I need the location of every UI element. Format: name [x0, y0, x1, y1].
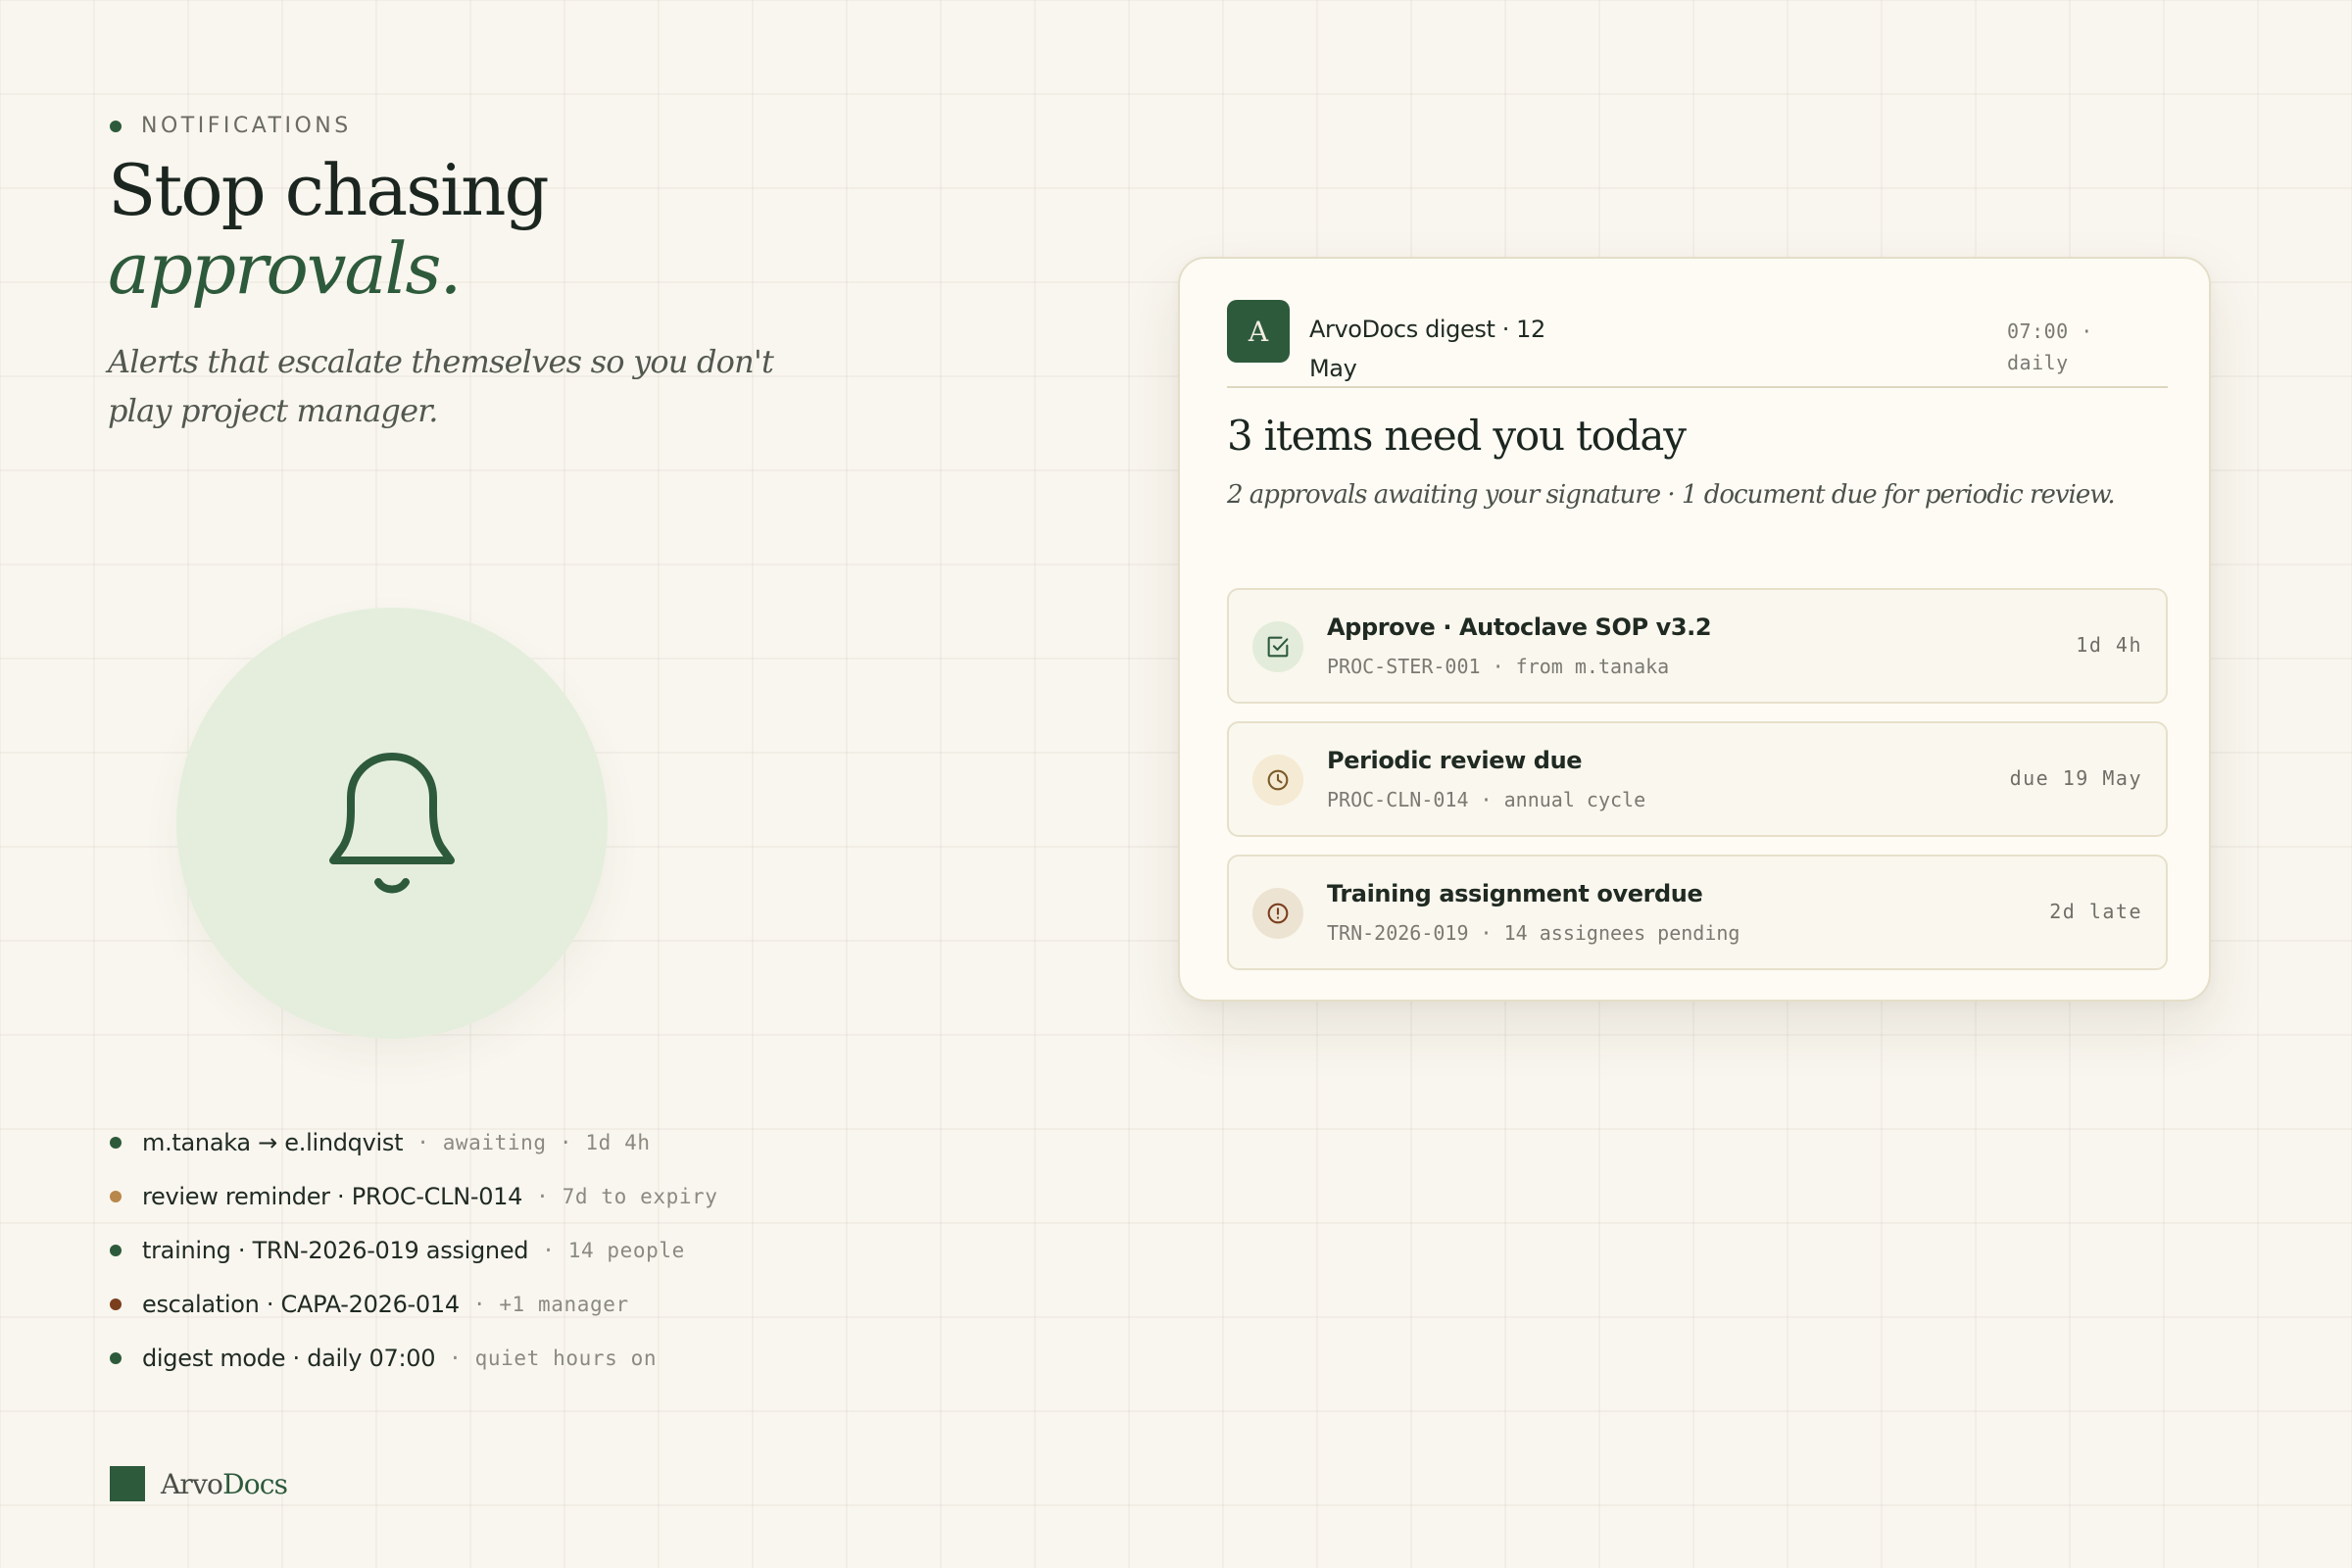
- activity-text: training · TRN-2026-019 assigned: [142, 1236, 529, 1264]
- activity-meta: · quiet hours on: [449, 1346, 658, 1370]
- activity-row: training · TRN-2026-019 assigned · 14 peo…: [110, 1223, 718, 1277]
- item-subtitle: PROC-STER-001 · from m.tanaka: [1327, 655, 1670, 678]
- digest-title: 3 items need you today: [1227, 412, 1687, 460]
- status-dot: [110, 1351, 122, 1364]
- digest-sender: ArvoDocs digest · 12 May: [1309, 316, 1545, 382]
- bell-illustration: [176, 608, 608, 1039]
- item-title: Approve · Autoclave SOP v3.2: [1327, 613, 1712, 641]
- digest-schedule: 07:00 · daily: [2007, 319, 2093, 374]
- headline-line-1: Stop chasing: [108, 149, 550, 231]
- activity-row: escalation · CAPA-2026-014 · +1 manager: [110, 1277, 718, 1331]
- eyebrow-label: NOTIFICATIONS: [141, 114, 352, 138]
- status-dot: [110, 1190, 122, 1202]
- activity-text: review reminder · PROC-CLN-014: [142, 1182, 523, 1210]
- activity-meta: · 7d to expiry: [536, 1184, 718, 1208]
- digest-card: A ArvoDocs digest · 12 May 07:00 · daily…: [1178, 257, 2211, 1002]
- item-due: due 19 May: [2009, 766, 2142, 790]
- digest-item-review[interactable]: Periodic review due PROC-CLN-014 · annua…: [1227, 721, 2168, 837]
- bell-icon: [329, 753, 455, 894]
- activity-feed: m.tanaka → e.lindqvist · awaiting · 1d 4h…: [110, 1115, 718, 1385]
- activity-meta: · +1 manager: [472, 1292, 629, 1316]
- item-subtitle: TRN-2026-019 · 14 assignees pending: [1327, 921, 1740, 945]
- item-title: Training assignment overdue: [1327, 880, 1703, 907]
- alert-circle-icon: [1252, 888, 1303, 939]
- headline-line-2: approvals.: [108, 227, 462, 310]
- item-age: 1d 4h: [2076, 633, 2142, 657]
- clock-icon: [1252, 755, 1303, 806]
- brand-name-part-2: Docs: [222, 1467, 288, 1500]
- eyebrow-dot: [110, 120, 122, 132]
- activity-meta: · awaiting · 1d 4h: [416, 1130, 651, 1154]
- page-subhead: Alerts that escalate themselves so you d…: [108, 343, 774, 429]
- activity-row: m.tanaka → e.lindqvist · awaiting · 1d 4h: [110, 1115, 718, 1169]
- brand-logo: ArvoDocs: [110, 1466, 288, 1501]
- header-divider: [1227, 386, 2168, 388]
- brand-name-part-1: Arvo: [161, 1467, 223, 1500]
- status-dot: [110, 1298, 122, 1310]
- status-dot: [110, 1136, 122, 1149]
- brand-mark: [110, 1466, 145, 1501]
- section-eyebrow: NOTIFICATIONS: [110, 114, 352, 138]
- activity-row: digest mode · daily 07:00 · quiet hours o…: [110, 1331, 718, 1385]
- item-title: Periodic review due: [1327, 747, 1583, 774]
- item-late: 2d late: [2049, 900, 2142, 923]
- activity-row: review reminder · PROC-CLN-014 · 7d to ex…: [110, 1169, 718, 1223]
- digest-item-approve[interactable]: Approve · Autoclave SOP v3.2 PROC-STER-0…: [1227, 588, 2168, 704]
- digest-item-list: Approve · Autoclave SOP v3.2 PROC-STER-0…: [1227, 588, 2168, 988]
- digest-summary: 2 approvals awaiting your signature · 1 …: [1227, 480, 2116, 510]
- digest-item-training[interactable]: Training assignment overdue TRN-2026-019…: [1227, 855, 2168, 970]
- item-subtitle: PROC-CLN-014 · annual cycle: [1327, 788, 1646, 811]
- brand-name: ArvoDocs: [161, 1467, 288, 1500]
- activity-meta: · 14 people: [542, 1238, 685, 1262]
- activity-text: digest mode · daily 07:00: [142, 1344, 436, 1372]
- checkbox-icon: [1252, 621, 1303, 672]
- sender-avatar: A: [1227, 300, 1290, 363]
- activity-text: escalation · CAPA-2026-014: [142, 1290, 460, 1318]
- activity-text: m.tanaka → e.lindqvist: [142, 1128, 404, 1156]
- page-headline: Stop chasing approvals.: [108, 149, 550, 310]
- status-dot: [110, 1244, 122, 1256]
